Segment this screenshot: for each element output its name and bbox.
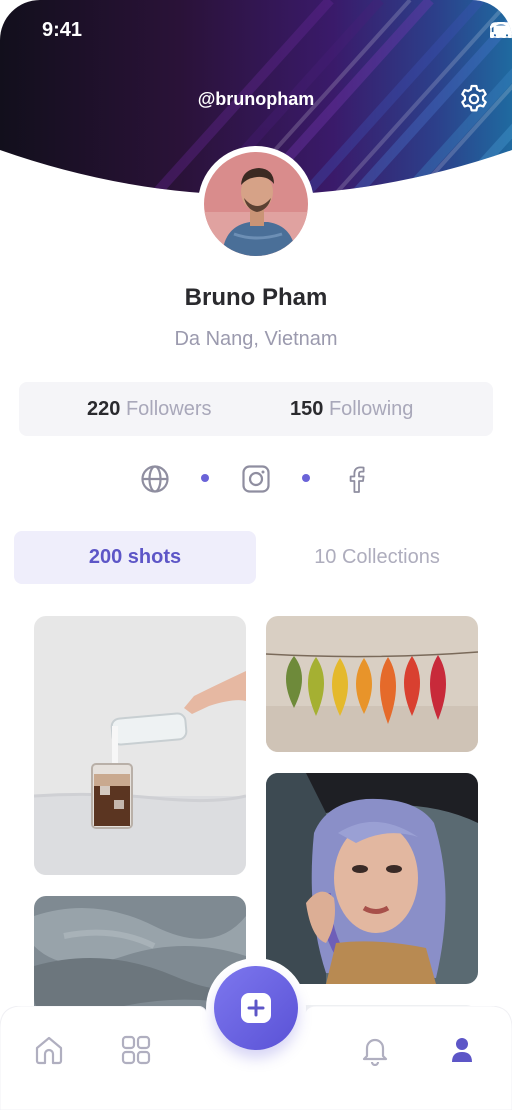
separator-dot	[302, 474, 310, 482]
battery-icon	[490, 22, 512, 38]
shot-image	[34, 616, 246, 875]
profile-screen: 9:41 @brunopham Bruno Pham Da Nang, Viet…	[0, 0, 512, 1110]
facebook-link[interactable]	[337, 459, 377, 499]
shot-iced-coffee[interactable]	[34, 616, 246, 875]
globe-icon	[141, 465, 169, 493]
following-label: Following	[328, 398, 414, 420]
nav-home[interactable]	[29, 1030, 69, 1070]
instagram-icon	[242, 465, 270, 493]
following-stat[interactable]: 150 Following	[290, 398, 413, 421]
nav-explore[interactable]	[116, 1030, 156, 1070]
home-icon	[35, 1036, 63, 1065]
separator-dot	[201, 474, 209, 482]
instagram-link[interactable]	[236, 459, 276, 499]
add-icon	[241, 993, 271, 1023]
following-count: 150	[290, 398, 324, 420]
status-time: 9:41	[42, 19, 83, 41]
add-shot-button[interactable]	[214, 966, 298, 1050]
settings-button[interactable]	[458, 83, 490, 115]
profile-location: Da Nang, Vietnam	[174, 328, 338, 350]
tab-collections[interactable]: 10 Collections	[256, 531, 498, 584]
followers-stat[interactable]: 220 Followers	[87, 398, 212, 421]
shot-woman-portrait[interactable]	[266, 773, 478, 984]
nav-profile[interactable]	[442, 1030, 482, 1070]
followers-count: 220	[87, 398, 121, 420]
profile-icon	[452, 1038, 472, 1062]
tab-shots[interactable]: 200 shots	[14, 531, 256, 584]
grid-icon	[121, 1035, 151, 1065]
username: @brunopham	[197, 89, 315, 109]
social-links	[0, 459, 512, 499]
shot-autumn-leaves[interactable]	[266, 616, 478, 752]
avatar[interactable]	[198, 146, 314, 262]
shot-image	[266, 773, 478, 984]
bell-icon	[362, 1038, 388, 1066]
shot-image	[266, 616, 478, 752]
facebook-icon	[349, 466, 365, 493]
profile-name: Bruno Pham	[184, 284, 328, 311]
followers-label: Followers	[125, 398, 212, 420]
stats-bar: 220 Followers 150 Following	[19, 382, 493, 436]
nav-notifications[interactable]	[355, 1030, 395, 1070]
content-tabs: 200 shots 10 Collections	[14, 531, 498, 585]
avatar-photo	[204, 152, 308, 256]
gear-icon	[461, 84, 487, 112]
website-link[interactable]	[135, 459, 175, 499]
